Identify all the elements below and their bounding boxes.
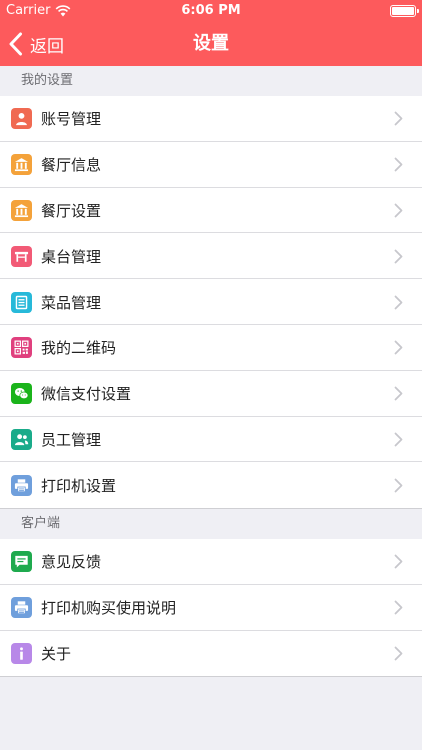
settings-row[interactable]: 桌台管理	[0, 233, 422, 279]
printer-icon	[11, 597, 32, 619]
settings-row-label: 菜品管理	[41, 293, 102, 312]
settings-row-label: 桌台管理	[41, 247, 102, 266]
settings-row[interactable]: 打印机购买使用说明	[0, 585, 422, 631]
wechat-icon	[11, 383, 32, 405]
battery-icon	[390, 5, 419, 17]
settings-row[interactable]: 意见反馈	[0, 539, 422, 585]
settings-list-my: 账号管理餐厅信息餐厅设置桌台管理菜品管理我的二维码微信支付设置 员工管理打印机设置	[0, 96, 422, 509]
settings-row-label: 意见反馈	[41, 553, 102, 572]
settings-row[interactable]: 员工管理	[0, 417, 422, 463]
staff-icon	[11, 428, 32, 450]
section-header-my-settings: 我的设置	[21, 73, 74, 88]
chevron-right-icon	[394, 478, 403, 493]
table-icon	[11, 245, 32, 267]
chevron-right-icon	[394, 432, 403, 447]
divider	[0, 676, 422, 677]
page-title: 设置	[193, 33, 229, 54]
settings-row[interactable]: 餐厅设置	[0, 188, 422, 234]
printer-icon	[11, 474, 32, 496]
status-time: 6:06 PM	[181, 3, 241, 18]
settings-row[interactable]: 我的二维码	[0, 325, 422, 371]
building-icon	[11, 154, 32, 176]
top-bar: Carrier 6:06 PM 返回 设置	[0, 0, 422, 66]
settings-row-label: 账号管理	[41, 110, 102, 129]
settings-row-label: 我的二维码	[41, 339, 117, 358]
section-header-client: 客户端	[21, 516, 61, 531]
settings-row[interactable]: 微信支付设置	[0, 371, 422, 417]
settings-row-label: 员工管理	[41, 430, 102, 449]
settings-row[interactable]: 餐厅信息	[0, 142, 422, 188]
settings-list-client: 意见反馈打印机购买使用说明 关于	[0, 539, 422, 677]
chevron-right-icon	[394, 295, 403, 310]
chevron-right-icon	[394, 157, 403, 172]
settings-row[interactable]: 菜品管理	[0, 279, 422, 325]
chevron-right-icon	[394, 340, 403, 355]
settings-row-label: 餐厅设置	[41, 201, 102, 220]
chevron-right-icon	[394, 554, 403, 569]
settings-row-label: 微信支付设置	[41, 385, 132, 404]
chevron-right-icon	[394, 600, 403, 615]
settings-row-label: 打印机设置	[41, 476, 117, 495]
chevron-right-icon	[394, 111, 403, 126]
settings-row[interactable]: 账号管理	[0, 96, 422, 142]
settings-row-label: 打印机购买使用说明	[41, 599, 177, 618]
settings-row-label: 餐厅信息	[41, 156, 102, 175]
qrcode-icon	[11, 337, 32, 359]
settings-row-label: 关于	[41, 644, 72, 663]
settings-row[interactable]: 打印机设置	[0, 462, 422, 508]
chevron-right-icon	[394, 646, 403, 661]
info-icon	[11, 642, 32, 664]
navigation-bar: 返回 设置	[0, 22, 422, 66]
user-icon	[11, 108, 32, 130]
chevron-right-icon	[394, 203, 403, 218]
settings-row[interactable]: 关于	[0, 631, 422, 677]
feedback-icon	[11, 551, 32, 573]
status-bar: Carrier 6:06 PM	[0, 0, 422, 22]
chevron-right-icon	[394, 249, 403, 264]
chevron-right-icon	[394, 386, 403, 401]
list-icon	[11, 291, 32, 313]
building-icon	[11, 199, 32, 221]
